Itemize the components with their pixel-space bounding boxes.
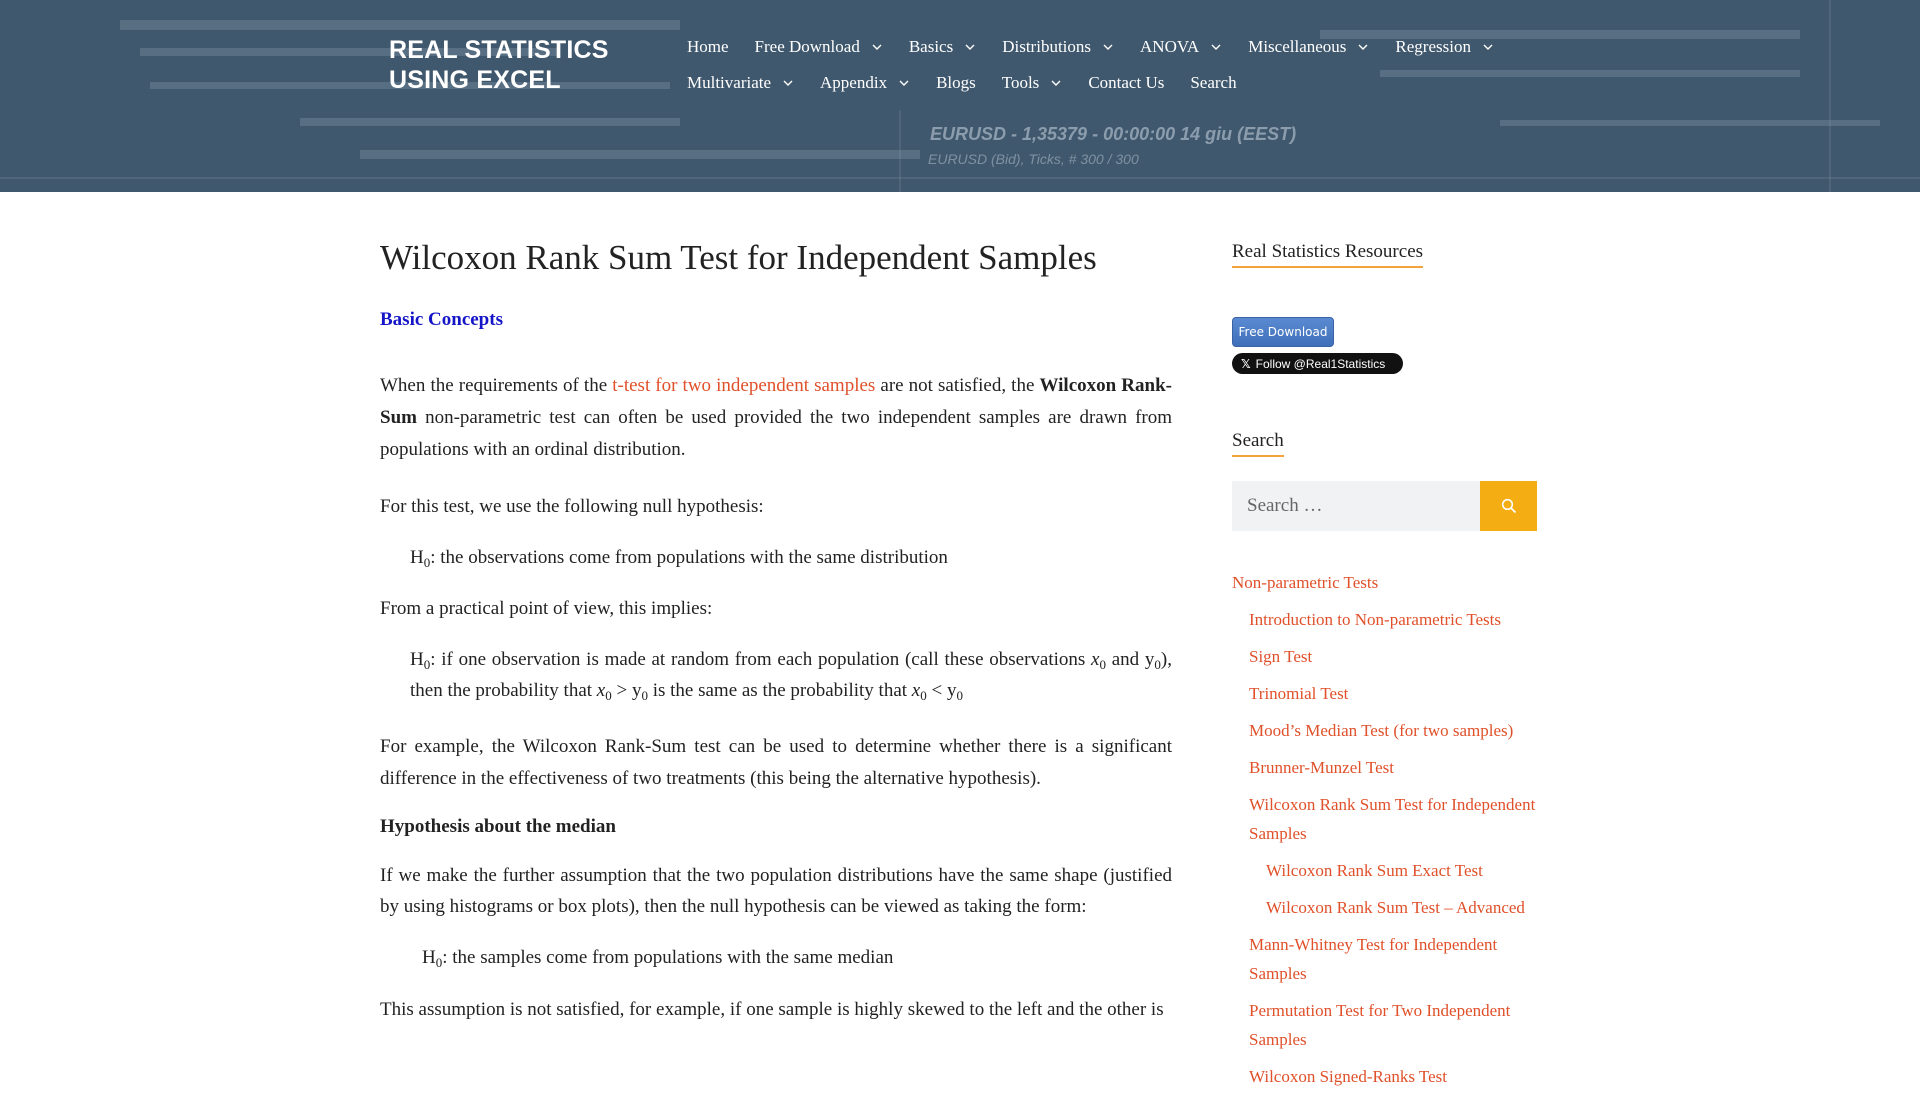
nav-tools[interactable]: Tools	[1002, 72, 1063, 94]
search-input[interactable]	[1232, 481, 1480, 531]
nav-contact-us[interactable]: Contact Us	[1088, 72, 1164, 94]
nav-blogs[interactable]: Blogs	[936, 72, 976, 94]
resources-widget-title: Real Statistics Resources	[1232, 240, 1424, 268]
h0-2-text-a: : if one observation is made at random f…	[430, 649, 1092, 670]
sidebar-item-wilcoxon-signed-ranks[interactable]: Wilcoxon Signed-Ranks Test	[1249, 1062, 1542, 1091]
nav-free-download[interactable]: Free Download	[755, 36, 883, 58]
h0-2-lt-y: < y	[926, 680, 957, 701]
nav-anova-label: ANOVA	[1140, 37, 1200, 56]
site-title-line1: REAL STATISTICS	[389, 36, 609, 64]
nav-contact-us-label: Contact Us	[1088, 73, 1165, 92]
basic-concepts-link[interactable]: Basic Concepts	[380, 308, 1172, 332]
nav-miscellaneous[interactable]: Miscellaneous	[1248, 36, 1369, 58]
nav-miscellaneous-label: Miscellaneous	[1248, 37, 1347, 56]
intro-text-b: are not satisfied, the	[875, 375, 1040, 396]
nav-basics[interactable]: Basics	[909, 36, 976, 58]
assumption-paragraph: This assumption is not satisfied, for ex…	[380, 999, 1164, 1020]
main-nav-row1: Home Free Download Basics Distributions …	[687, 36, 1520, 58]
sidebar-item-brunner-munzel-test[interactable]: Brunner-Munzel Test	[1249, 753, 1542, 782]
h0-3-text: : the samples come from populations with…	[442, 947, 894, 968]
site-title-line2: USING EXCEL	[389, 66, 561, 94]
sidebar-item-trinomial-test[interactable]: Trinomial Test	[1249, 679, 1542, 708]
free-download-button[interactable]: Free Download	[1232, 317, 1334, 347]
chevron-down-icon	[1050, 77, 1062, 89]
header-bg-chart-text: EURUSD - 1,35379 - 00:00:00 14 giu (EEST…	[930, 124, 1296, 144]
search-submit-button[interactable]	[1480, 481, 1537, 531]
intro-text-c: non-parametric test can often be used pr…	[380, 407, 1172, 460]
practical-view-text: From a practical point of view, this imp…	[380, 598, 713, 619]
sidebar: Real Statistics Resources Free Download …	[1232, 240, 1542, 1099]
search-form	[1232, 481, 1537, 531]
median-hypothesis-heading: Hypothesis about the median	[380, 816, 616, 837]
sidebar-item-wilcoxon-rank-sum[interactable]: Wilcoxon Rank Sum Test for Independent S…	[1249, 790, 1542, 848]
x-var: x	[596, 680, 606, 701]
nav-regression[interactable]: Regression	[1395, 36, 1494, 58]
intro-paragraph: When the requirements of the t-test for …	[380, 370, 1172, 466]
chevron-down-icon	[1482, 41, 1494, 53]
nav-anova[interactable]: ANOVA	[1140, 36, 1222, 58]
sidebar-item-sign-test[interactable]: Sign Test	[1249, 642, 1542, 671]
sidebar-item-moods-median-test[interactable]: Mood’s Median Test (for two samples)	[1249, 716, 1542, 745]
h0-2-gt-y: > y	[611, 680, 642, 701]
null-hypothesis-1: H0: the observations come from populatio…	[410, 542, 1172, 574]
nav-appendix-label: Appendix	[820, 73, 888, 92]
sidebar-item-intro-non-parametric[interactable]: Introduction to Non-parametric Tests	[1249, 605, 1542, 634]
site-header: EURUSD - 1,35379 - 00:00:00 14 giu (EEST…	[0, 0, 1920, 192]
nav-blogs-label: Blogs	[936, 73, 976, 92]
nav-home[interactable]: Home	[687, 36, 729, 58]
sidebar-item-mann-whitney[interactable]: Mann-Whitney Test for Independent Sample…	[1249, 930, 1542, 988]
site-title[interactable]: REAL STATISTICS USING EXCEL	[389, 35, 649, 95]
chevron-down-icon	[964, 41, 976, 53]
twitter-follow-label: Follow @Real1Statistics	[1255, 356, 1386, 371]
nav-distributions-label: Distributions	[1002, 37, 1092, 56]
sidebar-item-wilcoxon-exact[interactable]: Wilcoxon Rank Sum Exact Test	[1266, 856, 1542, 885]
nav-home-label: Home	[687, 37, 729, 56]
null-hypothesis-intro: For this test, we use the following null…	[380, 496, 764, 517]
header-background-image: EURUSD - 1,35379 - 00:00:00 14 giu (EEST…	[0, 0, 1920, 192]
x-logo-icon: 𝕏	[1241, 356, 1251, 371]
nav-distributions[interactable]: Distributions	[1002, 36, 1114, 58]
null-hypothesis-2: H 0 : if one observation is made at random…	[410, 644, 1172, 706]
y-subscript: 0	[956, 688, 963, 703]
twitter-follow-button[interactable]: 𝕏 Follow @Real1Statistics	[1232, 353, 1403, 374]
page-title: Wilcoxon Rank Sum Test for Independent S…	[380, 238, 1097, 277]
h0-letter: H	[410, 649, 424, 670]
nav-basics-label: Basics	[908, 37, 954, 56]
example-paragraph: For example, the Wilcoxon Rank-Sum test …	[380, 736, 1172, 789]
x-var: x	[911, 680, 921, 701]
nav-tools-label: Tools	[1001, 73, 1040, 92]
sidebar-nav-list: Non-parametric Tests Introduction to Non…	[1232, 568, 1542, 1091]
nav-regression-label: Regression	[1395, 37, 1471, 56]
null-hypothesis-3: H0: the samples come from populations wi…	[422, 942, 1172, 974]
nav-multivariate-label: Multivariate	[687, 73, 772, 92]
chevron-down-icon	[1357, 41, 1369, 53]
h0-2-and-y: and y	[1105, 649, 1155, 670]
chevron-down-icon	[871, 41, 883, 53]
header-bg-chart-subtext: EURUSD (Bid), Ticks, # 300 / 300	[928, 151, 1139, 167]
chevron-down-icon	[898, 77, 910, 89]
h0-letter: H	[422, 947, 436, 968]
nav-search-label: Search	[1190, 73, 1237, 92]
nav-appendix[interactable]: Appendix	[820, 72, 910, 94]
main-nav-row2: Multivariate Appendix Blogs Tools Contac…	[687, 72, 1263, 94]
chevron-down-icon	[1102, 41, 1114, 53]
sidebar-item-wilcoxon-advanced[interactable]: Wilcoxon Rank Sum Test – Advanced	[1266, 893, 1542, 922]
search-widget-title: Search	[1232, 429, 1284, 457]
chevron-down-icon	[1210, 41, 1222, 53]
sidebar-item-non-parametric-tests[interactable]: Non-parametric Tests	[1232, 568, 1542, 597]
nav-multivariate[interactable]: Multivariate	[687, 72, 794, 94]
chevron-down-icon	[782, 77, 794, 89]
t-test-link[interactable]: t-test for two independent samples	[612, 375, 875, 396]
sidebar-item-permutation-test[interactable]: Permutation Test for Two Independent Sam…	[1249, 996, 1542, 1054]
article-content: Wilcoxon Rank Sum Test for Independent S…	[380, 235, 1172, 1051]
intro-text-a: When the requirements of the	[380, 375, 613, 396]
h0-1-text: : the observations come from populations…	[430, 547, 948, 568]
further-assumption-paragraph: If we make the further assumption that t…	[380, 865, 1172, 917]
search-icon	[1501, 498, 1516, 514]
h0-letter: H	[410, 547, 424, 568]
nav-free-download-label: Free Download	[754, 37, 860, 56]
h0-2-text-c: is the same as the probability that	[647, 680, 912, 701]
nav-search[interactable]: Search	[1190, 72, 1236, 94]
